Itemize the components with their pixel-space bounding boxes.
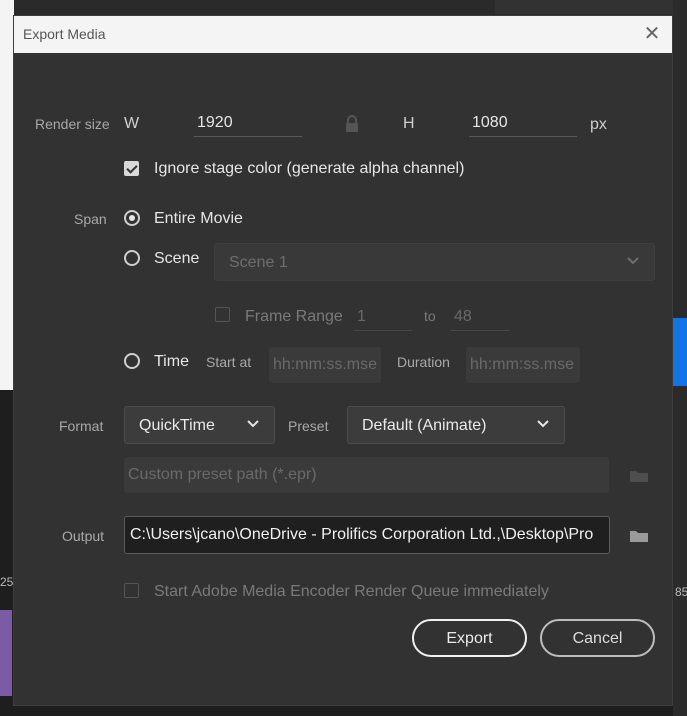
ignore-stage-checkbox[interactable] bbox=[124, 161, 139, 176]
frame-to-value: 48 bbox=[454, 308, 472, 325]
custom-preset-path-input[interactable]: Custom preset path (*.epr) bbox=[124, 457, 609, 493]
background-selected-panel bbox=[673, 318, 687, 386]
duration-input[interactable]: hh:mm:ss.mse bbox=[466, 347, 580, 383]
frame-range-from-input[interactable]: 1 bbox=[354, 303, 412, 331]
chevron-down-icon bbox=[537, 420, 549, 428]
frame-range-to-input[interactable]: 48 bbox=[451, 303, 509, 331]
frame-from-value: 1 bbox=[357, 308, 366, 325]
scene-dropdown-value: Scene 1 bbox=[229, 254, 288, 271]
cancel-button[interactable]: Cancel bbox=[540, 619, 655, 657]
background-panel-header bbox=[495, 0, 687, 14]
background-timeline-layer bbox=[0, 610, 12, 696]
close-icon[interactable]: ✕ bbox=[640, 22, 664, 46]
render-queue-label: Start Adobe Media Encoder Render Queue i… bbox=[154, 583, 549, 600]
dialog-title: Export Media bbox=[23, 26, 106, 42]
frame-range-checkbox[interactable] bbox=[215, 307, 230, 322]
folder-icon[interactable] bbox=[629, 529, 649, 543]
render-size-label: Render size bbox=[35, 116, 110, 132]
format-dropdown[interactable]: QuickTime bbox=[124, 406, 275, 444]
preset-label: Preset bbox=[288, 418, 329, 434]
width-input[interactable]: 1920 bbox=[194, 109, 302, 137]
render-queue-checkbox[interactable] bbox=[124, 583, 139, 598]
frame-range-label: Frame Range bbox=[245, 308, 343, 325]
format-dropdown-value: QuickTime bbox=[139, 417, 215, 434]
to-label: to bbox=[424, 308, 436, 324]
scene-dropdown[interactable]: Scene 1 bbox=[214, 243, 655, 281]
width-value: 1920 bbox=[197, 114, 233, 131]
dialog-titlebar: Export Media ✕ bbox=[14, 16, 672, 53]
background-ruler-number: 85 bbox=[675, 585, 687, 599]
output-path-input[interactable]: C:\Users\jcano\OneDrive - Prolifics Corp… bbox=[124, 516, 610, 554]
span-label: Span bbox=[74, 211, 107, 227]
scene-label: Scene bbox=[154, 250, 200, 267]
format-label: Format bbox=[59, 418, 104, 434]
scene-radio[interactable] bbox=[124, 250, 140, 266]
preset-dropdown-value: Default (Animate) bbox=[362, 417, 487, 434]
ignore-stage-label: Ignore stage color (generate alpha chann… bbox=[154, 160, 465, 177]
chevron-down-icon bbox=[627, 257, 639, 265]
height-input[interactable]: 1080 bbox=[469, 109, 577, 137]
start-at-input[interactable]: hh:mm:ss.mse bbox=[269, 347, 381, 383]
entire-movie-radio[interactable] bbox=[124, 210, 140, 226]
height-value: 1080 bbox=[472, 114, 508, 131]
folder-icon[interactable] bbox=[629, 469, 649, 483]
time-label: Time bbox=[154, 353, 189, 370]
duration-label: Duration bbox=[397, 354, 450, 370]
background-stage bbox=[0, 0, 14, 390]
preset-dropdown[interactable]: Default (Animate) bbox=[347, 406, 565, 444]
chevron-down-icon bbox=[247, 420, 259, 428]
lock-icon[interactable] bbox=[345, 115, 359, 133]
px-unit-label: px bbox=[590, 116, 607, 133]
start-at-label: Start at bbox=[206, 354, 252, 370]
output-label: Output bbox=[62, 528, 105, 544]
entire-movie-label: Entire Movie bbox=[154, 210, 243, 227]
width-label: W bbox=[124, 115, 140, 132]
export-button[interactable]: Export bbox=[412, 619, 527, 657]
export-media-dialog: Export Media ✕ Render size W 1920 H 1080… bbox=[13, 15, 673, 706]
time-radio[interactable] bbox=[124, 353, 140, 369]
background-ruler-number: 25 bbox=[0, 575, 14, 589]
height-label: H bbox=[403, 115, 415, 132]
